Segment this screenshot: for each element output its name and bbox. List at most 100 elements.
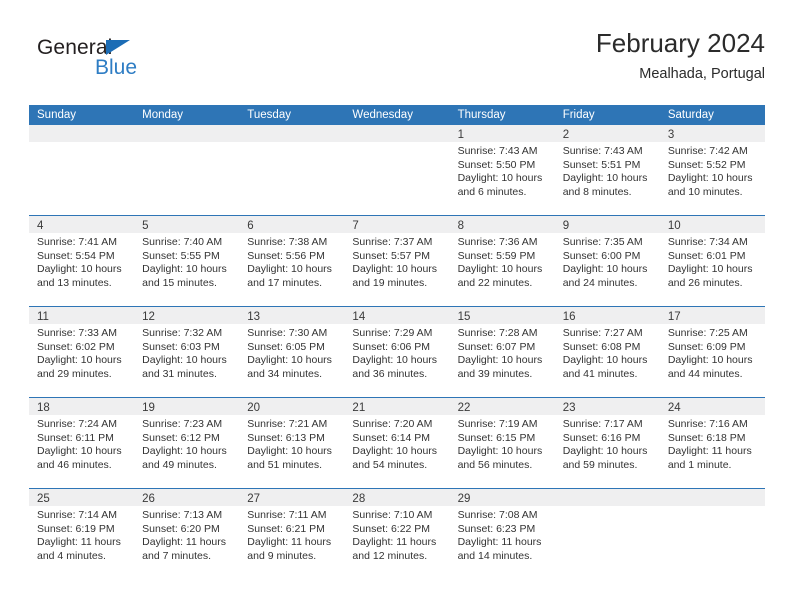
day-number-band: 4	[29, 216, 135, 233]
calendar-grid: Sunday Monday Tuesday Wednesday Thursday Frid…	[29, 105, 765, 579]
day-detail-line: Daylight: 11 hours	[457, 536, 542, 549]
day-detail-line: Daylight: 10 hours	[457, 445, 543, 458]
day-number: 17	[667, 311, 681, 323]
calendar-day-cell[interactable]: 22 Sunrise: 7:19 AM Sunset: 6:15 PM Dayligh…	[449, 398, 555, 488]
day-detail-line: Sunrise: 7:37 AM	[352, 236, 433, 248]
calendar-day-cell[interactable]: 13 Sunrise: 7:30 AM Sunset: 6:05 PM Dayligh…	[239, 307, 345, 397]
day-detail-line: Sunrise: 7:43 AM	[562, 145, 643, 157]
day-detail-line: and 46 minutes.	[37, 458, 112, 471]
day-number: 6	[247, 220, 254, 232]
calendar-day-cell[interactable]: 9 Sunrise: 7:35 AM Sunset: 6:00 PM Daylight…	[554, 216, 660, 306]
calendar-day-cell[interactable]: 4 Sunrise: 7:41 AM Sunset: 5:54 PM Daylight…	[29, 216, 135, 306]
calendar-day-cell[interactable]: 19 Sunrise: 7:23 AM Sunset: 6:12 PM Dayligh…	[134, 398, 240, 488]
day-detail-line: Sunrise: 7:43 AM	[457, 145, 538, 157]
calendar-day-cell[interactable]: 6 Sunrise: 7:38 AM Sunset: 5:56 PM Daylight…	[239, 216, 345, 306]
day-details: Sunrise: 7:34 AM Sunset: 6:01 PM Daylight:…	[660, 233, 765, 290]
day-number: 3	[667, 129, 675, 141]
day-detail-line: Sunrise: 7:08 AM	[457, 509, 538, 521]
calendar-day-cell[interactable]: 16 Sunrise: 7:27 AM Sunset: 6:08 PM Dayligh…	[554, 307, 660, 397]
day-number: 23	[562, 402, 576, 414]
calendar-day-cell[interactable]: 18 Sunrise: 7:24 AM Sunset: 6:11 PM Dayligh…	[29, 398, 135, 488]
calendar-day-cell[interactable]: 11 Sunrise: 7:33 AM Sunset: 6:02 PM Dayligh…	[29, 307, 135, 397]
day-detail-line: Sunrise: 7:38 AM	[247, 236, 328, 248]
calendar-day-cell[interactable]: 17 Sunrise: 7:25 AM Sunset: 6:09 PM Dayligh…	[659, 307, 765, 397]
calendar-day-cell[interactable]: 29 Sunrise: 7:08 AM Sunset: 6:23 PM Dayligh…	[449, 489, 555, 579]
day-details: Sunrise: 7:32 AM Sunset: 6:03 PM Daylight:…	[134, 324, 239, 381]
day-detail-line: Sunset: 5:54 PM	[37, 249, 115, 262]
day-number: 24	[667, 402, 681, 414]
day-details: Sunrise: 7:19 AM Sunset: 6:15 PM Daylight:…	[450, 415, 555, 472]
calendar-cell-empty	[344, 125, 450, 215]
day-details: Sunrise: 7:40 AM Sunset: 5:55 PM Daylight:…	[134, 233, 239, 290]
calendar-day-cell[interactable]: 20 Sunrise: 7:21 AM Sunset: 6:13 PM Dayligh…	[239, 398, 345, 488]
calendar-day-cell[interactable]: 3 Sunrise: 7:42 AM Sunset: 5:52 PM Daylight…	[659, 125, 765, 215]
day-detail-line: and 17 minutes.	[247, 276, 322, 289]
day-number-band: 25	[29, 489, 135, 506]
day-details	[660, 506, 765, 509]
calendar-day-cell[interactable]: 8 Sunrise: 7:36 AM Sunset: 5:59 PM Daylight…	[449, 216, 555, 306]
day-number-band: 19	[134, 398, 240, 415]
day-detail-line: Daylight: 10 hours	[562, 354, 648, 367]
day-number-band: 10	[659, 216, 765, 233]
calendar-day-cell[interactable]: 24 Sunrise: 7:16 AM Sunset: 6:18 PM Dayligh…	[659, 398, 765, 488]
calendar-day-cell[interactable]: 7 Sunrise: 7:37 AM Sunset: 5:57 PM Daylight…	[344, 216, 450, 306]
day-detail-line: Daylight: 10 hours	[37, 445, 122, 458]
day-detail-line: Daylight: 10 hours	[142, 263, 227, 276]
day-number: 18	[37, 402, 50, 414]
day-details	[555, 506, 660, 509]
calendar-day-cell[interactable]: 1 Sunrise: 7:43 AM Sunset: 5:50 PM Daylight…	[449, 125, 555, 215]
day-detail-line: Sunset: 5:55 PM	[142, 249, 220, 262]
day-number: 20	[247, 402, 261, 414]
day-number-band: 12	[134, 307, 240, 324]
day-number-band: 27	[239, 489, 345, 506]
calendar-day-cell[interactable]: 27 Sunrise: 7:11 AM Sunset: 6:21 PM Dayligh…	[239, 489, 345, 579]
logo-text-blue: Blue	[95, 56, 138, 79]
day-number: 2	[562, 129, 570, 141]
calendar-day-cell[interactable]: 21 Sunrise: 7:20 AM Sunset: 6:14 PM Dayligh…	[344, 398, 450, 488]
day-details	[29, 142, 134, 145]
day-details: Sunrise: 7:33 AM Sunset: 6:02 PM Daylight:…	[29, 324, 134, 381]
day-number-band: 11	[29, 307, 135, 324]
day-details: Sunrise: 7:08 AM Sunset: 6:23 PM Daylight:…	[450, 506, 555, 563]
calendar-day-cell[interactable]: 15 Sunrise: 7:28 AM Sunset: 6:07 PM Dayligh…	[449, 307, 555, 397]
day-detail-line: Sunrise: 7:28 AM	[457, 327, 538, 339]
day-number-band: 15	[449, 307, 555, 324]
calendar-day-cell[interactable]: 5 Sunrise: 7:40 AM Sunset: 5:55 PM Daylight…	[134, 216, 240, 306]
day-detail-line: and 8 minutes.	[562, 185, 632, 198]
day-details: Sunrise: 7:17 AM Sunset: 6:16 PM Daylight:…	[555, 415, 660, 472]
calendar-week-row: 18 Sunrise: 7:24 AM Sunset: 6:11 PM Dayligh…	[29, 397, 765, 488]
calendar-cell-empty	[134, 125, 240, 215]
day-details: Sunrise: 7:43 AM Sunset: 5:50 PM Daylight:…	[450, 142, 555, 199]
calendar-day-cell[interactable]: 28 Sunrise: 7:10 AM Sunset: 6:22 PM Dayligh…	[344, 489, 450, 579]
day-detail-line: Sunrise: 7:10 AM	[352, 509, 433, 521]
calendar-weeks: 1 Sunrise: 7:43 AM Sunset: 5:50 PM Daylight…	[29, 125, 765, 579]
day-detail-line: Sunrise: 7:13 AM	[142, 509, 223, 521]
weekday-header-monday: Monday	[142, 109, 184, 121]
calendar-day-cell[interactable]: 26 Sunrise: 7:13 AM Sunset: 6:20 PM Dayligh…	[134, 489, 240, 579]
day-detail-line: Sunrise: 7:21 AM	[247, 418, 328, 430]
calendar-day-cell[interactable]: 12 Sunrise: 7:32 AM Sunset: 6:03 PM Dayligh…	[134, 307, 240, 397]
calendar-week-row: 4 Sunrise: 7:41 AM Sunset: 5:54 PM Daylight…	[29, 215, 765, 306]
day-number-band: 24	[659, 398, 765, 415]
calendar-day-cell[interactable]: 25 Sunrise: 7:14 AM Sunset: 6:19 PM Dayligh…	[29, 489, 135, 579]
day-detail-line: Sunset: 6:01 PM	[667, 249, 746, 262]
day-detail-line: and 26 minutes.	[667, 276, 743, 289]
day-number: 26	[142, 493, 155, 505]
day-detail-line: and 51 minutes.	[247, 458, 322, 471]
day-detail-line: Sunrise: 7:35 AM	[562, 236, 643, 248]
day-detail-line: Sunset: 5:52 PM	[667, 158, 746, 171]
calendar-day-cell[interactable]: 14 Sunrise: 7:29 AM Sunset: 6:06 PM Dayligh…	[344, 307, 450, 397]
calendar-day-cell[interactable]: 10 Sunrise: 7:34 AM Sunset: 6:01 PM Dayligh…	[659, 216, 765, 306]
day-detail-line: Sunrise: 7:29 AM	[352, 327, 433, 339]
day-details: Sunrise: 7:27 AM Sunset: 6:08 PM Daylight:…	[555, 324, 660, 381]
day-detail-line: Daylight: 10 hours	[352, 263, 438, 276]
day-detail-line: Daylight: 10 hours	[667, 354, 753, 367]
day-details: Sunrise: 7:28 AM Sunset: 6:07 PM Daylight:…	[450, 324, 555, 381]
calendar-day-cell[interactable]: 23 Sunrise: 7:17 AM Sunset: 6:16 PM Dayligh…	[554, 398, 660, 488]
day-detail-line: Sunrise: 7:34 AM	[667, 236, 748, 248]
day-detail-line: Sunset: 6:07 PM	[457, 340, 536, 353]
calendar-day-cell[interactable]: 2 Sunrise: 7:43 AM Sunset: 5:51 PM Daylight…	[554, 125, 660, 215]
day-detail-line: Sunset: 6:09 PM	[667, 340, 746, 353]
day-number-band: 14	[344, 307, 450, 324]
day-detail-line: Sunrise: 7:36 AM	[457, 236, 538, 248]
